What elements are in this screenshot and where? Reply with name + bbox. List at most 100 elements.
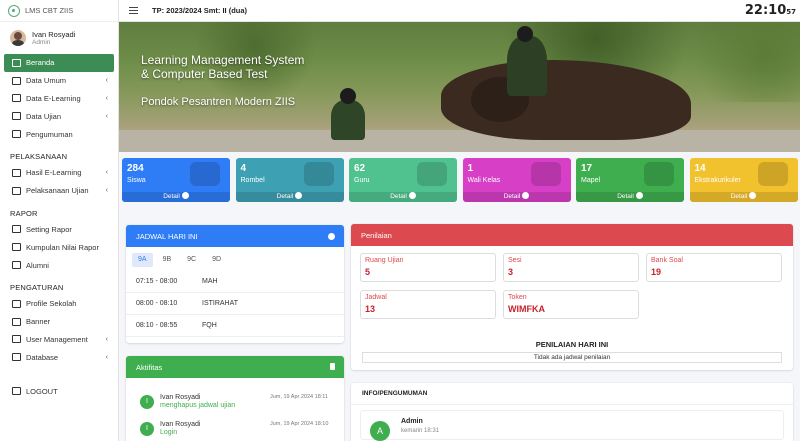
stat-token[interactable]: Token WIMFKA — [503, 290, 639, 319]
stat-bank-soal[interactable]: Bank Soal 19 — [646, 253, 782, 282]
sidebar-item-kumpulan-nilai[interactable]: Kumpulan Nilai Rapor — [0, 238, 118, 256]
hamburger-menu-icon[interactable] — [129, 7, 138, 14]
sidebar-item-banner[interactable]: Banner — [0, 313, 118, 331]
penilaian-title: Penilaian — [361, 230, 392, 240]
stat-label: Jadwal — [365, 294, 387, 301]
user-panel[interactable]: Ivan Rosyadi Admin — [0, 22, 118, 54]
users-icon — [12, 261, 21, 270]
stat-detail-link[interactable]: Detail — [689, 192, 798, 202]
stat-label: Siswa — [127, 177, 146, 184]
stat-box-mapel: 17 Mapel Detail — [576, 158, 684, 202]
stat-detail-link[interactable]: Detail — [349, 192, 457, 202]
brand-name: LMS CBT ZIIS — [25, 6, 74, 15]
image-icon — [12, 317, 21, 326]
stat-label: Guru — [354, 177, 370, 184]
section-header-pengaturan: PENGATURAN — [10, 282, 64, 292]
globe-icon[interactable] — [328, 233, 335, 240]
sidebar-item-pelaksanaan-ujian[interactable]: Pelaksanaan Ujian ‹ — [0, 182, 118, 200]
sidebar-item-data-umum[interactable]: Data Umum ‹ — [0, 72, 118, 90]
chevron-left-icon: ‹ — [105, 112, 108, 120]
activity-action: Login — [160, 429, 178, 436]
hero-banner: Learning Management System & Computer Ba… — [119, 22, 800, 152]
arrow-right-icon — [635, 192, 643, 199]
stat-label: Bank Soal — [651, 257, 683, 264]
stat-detail-link[interactable]: Detail — [462, 192, 571, 202]
logout-button[interactable]: LOGOUT — [0, 382, 118, 400]
sidebar-item-data-elearning[interactable]: Data E-Learning ‹ — [0, 90, 118, 108]
penilaian-hari-ini-title: PENILAIAN HARI INI — [535, 340, 609, 349]
clipboard-icon — [12, 168, 21, 177]
banner-rider-helmet — [517, 26, 533, 42]
stat-detail-link[interactable]: Detail — [235, 192, 344, 202]
banner-rider-figure — [331, 100, 365, 140]
stat-value: 19 — [651, 267, 662, 277]
jadwal-time: 08:10 - 08:55 — [136, 322, 178, 329]
sidebar-item-database[interactable]: Database ‹ — [0, 348, 118, 366]
sidebar-item-beranda[interactable]: Beranda — [4, 54, 114, 72]
tab-9a[interactable]: 9A — [132, 253, 153, 267]
trash-icon[interactable] — [330, 363, 335, 370]
post-author: Admin — [401, 418, 423, 425]
report-icon — [12, 243, 21, 252]
stat-box-wali-kelas: 1 Wali Kelas Detail — [462, 158, 571, 202]
stat-label: Ruang Ujian — [365, 257, 404, 264]
sidebar-item-pengumuman[interactable]: Pengumuman — [0, 125, 118, 143]
clock-seconds: 57 — [786, 8, 796, 16]
info-card: INFO/PENGUMUMAN A Admin kemarin 18:31 — [351, 383, 793, 441]
stat-value: 3 — [508, 267, 514, 277]
sidebar-item-alumni[interactable]: Alumni — [0, 256, 118, 274]
post-avatar: A — [370, 421, 390, 441]
sidebar-item-label: Data E-Learning — [26, 93, 81, 103]
brand[interactable]: LMS CBT ZIIS — [0, 0, 118, 22]
arrow-right-icon — [181, 192, 189, 199]
table-row: 08:00 - 08:10 ISTIRAHAT — [126, 293, 344, 315]
jadwal-table: 07:15 - 08:00 MAH 08:00 - 08:10 ISTIRAHAT … — [126, 271, 344, 337]
stat-value: 1 — [467, 163, 474, 174]
list-item: I Ivan Rosyadi menghapus jadwal ujian Ju… — [140, 392, 344, 414]
user-name: Ivan Rosyadi — [32, 29, 76, 39]
bell-icon — [303, 162, 334, 186]
tab-9d[interactable]: 9D — [206, 253, 227, 267]
jadwal-time: 08:00 - 08:10 — [136, 300, 178, 307]
aktifitas-card-header: Aktifitas — [126, 356, 344, 378]
stat-value: 284 — [127, 163, 144, 174]
announcement-item[interactable]: A Admin kemarin 18:31 — [360, 410, 784, 441]
logout-label: LOGOUT — [26, 386, 58, 396]
stat-value: 4 — [240, 163, 247, 174]
penilaian-card: Penilaian Ruang Ujian 5 Sesi 3 Bank Soal… — [351, 224, 793, 370]
stat-boxes: 284 Siswa Detail 4 Rombel Detail 62 Guru… — [122, 158, 798, 202]
stat-jadwal[interactable]: Jadwal 13 — [360, 290, 496, 319]
stat-label: Mapel — [581, 177, 601, 184]
book-stack-icon — [757, 162, 788, 186]
detail-label: Detail — [617, 193, 634, 200]
pengaturan-menu: Profile Sekolah Banner User Management ‹ … — [0, 295, 118, 366]
logout-menu: LOGOUT — [0, 382, 118, 400]
sidebar-item-setting-rapor[interactable]: Setting Rapor — [0, 221, 118, 239]
stat-sesi[interactable]: Sesi 3 — [503, 253, 639, 282]
sidebar-item-user-management[interactable]: User Management ‹ — [0, 331, 118, 349]
tab-9b[interactable]: 9B — [157, 253, 178, 267]
chevron-left-icon: ‹ — [105, 94, 108, 102]
section-header-pelaksanaan: PELAKSANAAN — [10, 151, 68, 161]
detail-label: Detail — [503, 193, 521, 200]
stat-label: Sesi — [508, 257, 522, 264]
jadwal-card: JADWAL HARI INI 9A 9B 9C 9D 07:15 - 08:0… — [126, 225, 344, 343]
section-header-rapor: RAPOR — [10, 208, 38, 218]
sidebar-item-label: User Management — [26, 334, 88, 344]
sidebar-item-profile-sekolah[interactable]: Profile Sekolah — [0, 295, 118, 313]
book-icon — [644, 162, 674, 186]
stat-ruang-ujian[interactable]: Ruang Ujian 5 — [360, 253, 496, 282]
stat-value: 5 — [365, 267, 371, 277]
sidebar-item-hasil-elearning[interactable]: Hasil E-Learning ‹ — [0, 164, 118, 182]
chevron-left-icon: ‹ — [105, 169, 108, 177]
sidebar-item-data-ujian[interactable]: Data Ujian ‹ — [0, 107, 118, 125]
post-time: kemarin 18:31 — [401, 428, 440, 434]
banner-rider-helmet — [340, 88, 356, 104]
jadwal-mapel: MAH — [202, 278, 218, 285]
stat-detail-link[interactable]: Detail — [122, 192, 230, 202]
detail-label: Detail — [276, 193, 294, 200]
stat-detail-link[interactable]: Detail — [576, 192, 684, 202]
arrow-right-icon — [408, 192, 416, 199]
stat-box-guru: 62 Guru Detail — [349, 158, 457, 202]
tab-9c[interactable]: 9C — [181, 253, 202, 267]
